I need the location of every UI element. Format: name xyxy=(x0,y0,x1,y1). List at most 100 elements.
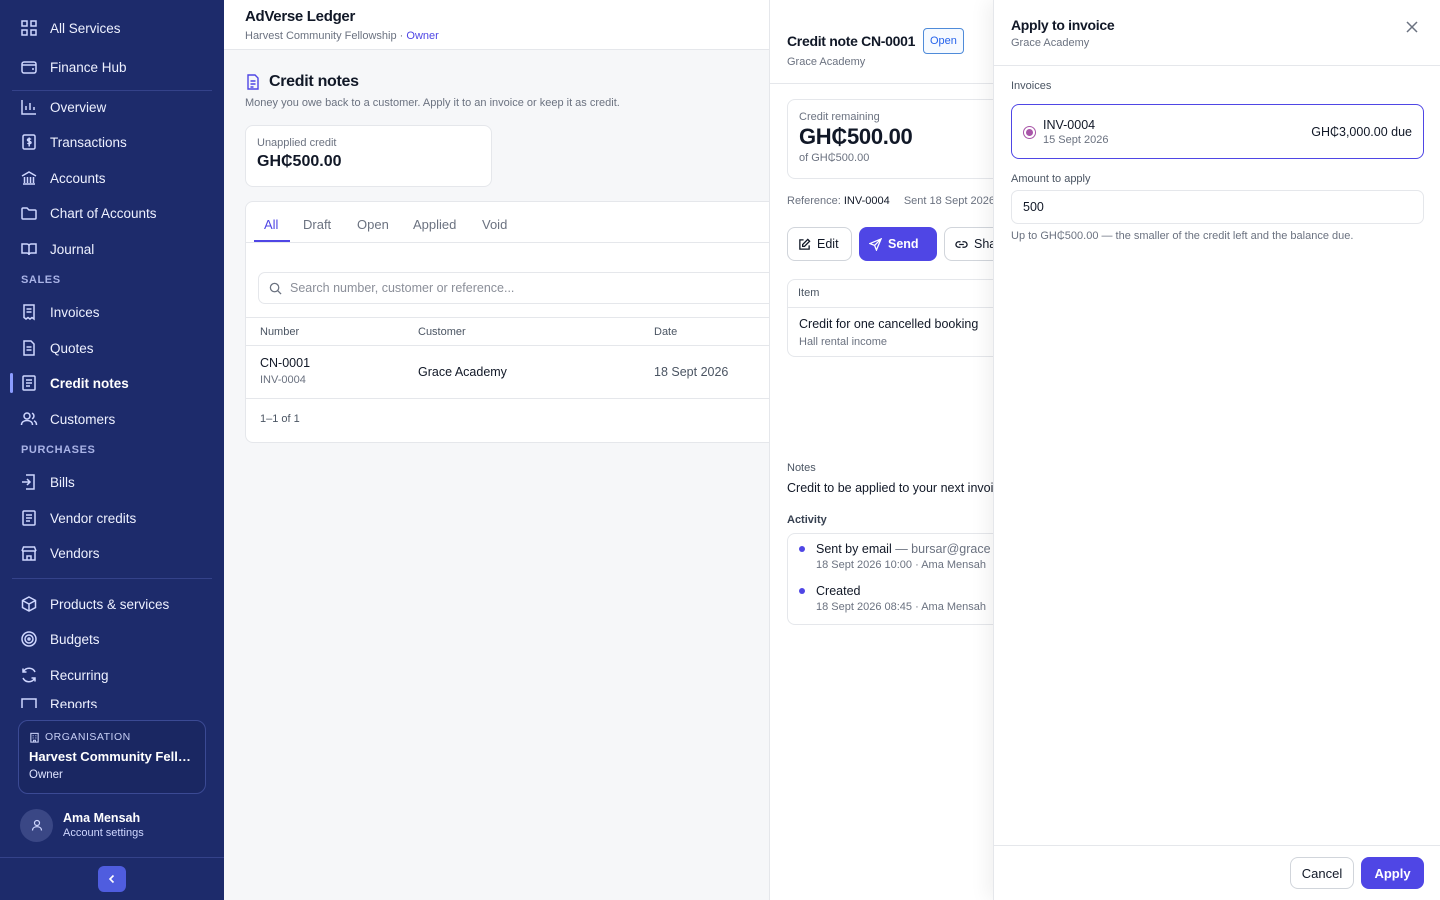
column-date[interactable]: Date xyxy=(654,326,677,338)
panel-footer-divider xyxy=(994,845,1440,846)
sidebar-item-invoices[interactable]: Invoices xyxy=(12,296,212,328)
tab-all[interactable]: All xyxy=(264,217,278,232)
credit-remaining-value: GH₵500.00 xyxy=(799,124,913,149)
sidebar-item-label: Vendor credits xyxy=(50,510,137,526)
tab-applied[interactable]: Applied xyxy=(413,217,456,232)
column-number[interactable]: Number xyxy=(260,326,299,338)
sidebar-item-quotes[interactable]: Quotes xyxy=(12,332,212,364)
sidebar-item-credit-notes[interactable]: Credit notes xyxy=(10,367,212,399)
account-settings-link[interactable]: Account settings xyxy=(63,827,144,839)
grid-icon xyxy=(21,20,37,36)
pagination-summary: 1–1 of 1 xyxy=(260,413,300,425)
send-icon xyxy=(869,237,882,251)
bill-icon xyxy=(22,474,35,490)
organisation-name: Harvest Community Fello... xyxy=(29,749,195,764)
credit-note-drawer: Credit note CN-0001 Open Grace Academy C… xyxy=(769,0,994,900)
panel-header: Apply to invoice Grace Academy xyxy=(994,0,1440,66)
sidebar-item-label: Journal xyxy=(50,241,95,257)
refresh-icon xyxy=(22,667,36,683)
credit-remaining-card: Credit remaining GH₵500.00 of GH₵500.00 xyxy=(787,99,994,179)
panel-subtitle: Grace Academy xyxy=(1011,37,1090,49)
report-icon xyxy=(21,698,37,708)
activity-dot xyxy=(799,588,805,594)
amount-input[interactable] xyxy=(1011,190,1424,224)
sidebar-item-vendors[interactable]: Vendors xyxy=(12,537,212,569)
sidebar-item-finance-hub[interactable]: Finance Hub xyxy=(12,51,212,83)
credit-note-number: CN-0001 xyxy=(260,356,311,370)
activity-item: Created 18 Sept 2026 08:45 · Ama Mensah xyxy=(816,584,986,613)
page-title: Credit notes xyxy=(269,73,359,90)
tab-draft[interactable]: Draft xyxy=(303,217,331,232)
organisation-eyebrow: ORGANISATION xyxy=(29,731,195,743)
item-column-header: Item xyxy=(788,280,994,308)
sidebar-item-label: Reports xyxy=(50,697,98,708)
active-tab-indicator xyxy=(254,240,290,242)
search-box[interactable] xyxy=(258,272,784,304)
stat-value: GH₵500.00 xyxy=(257,153,342,170)
sidebar-item-chart-of-accounts[interactable]: Chart of Accounts xyxy=(12,197,212,229)
sidebar-item-journal[interactable]: Journal xyxy=(12,233,212,265)
cell-date: 18 Sept 2026 xyxy=(654,365,729,379)
organisation-label: ORGANISATION xyxy=(45,731,131,743)
invoice-radio[interactable] xyxy=(1023,126,1036,139)
apply-to-invoice-panel: Apply to invoice Grace Academy Invoices … xyxy=(993,0,1440,900)
separator: · xyxy=(396,30,407,42)
collapse-sidebar-button[interactable] xyxy=(98,866,126,892)
credit-note-reference: INV-0004 xyxy=(260,374,306,386)
reference-line: Reference: INV-0004 Sent 18 Sept 2026 xyxy=(787,195,994,207)
sidebar-item-label: Transactions xyxy=(50,134,127,150)
activity-item: Sent by email — bursar@grace 18 Sept 202… xyxy=(816,542,991,571)
tab-void[interactable]: Void xyxy=(482,217,507,232)
cancel-button[interactable]: Cancel xyxy=(1290,857,1354,889)
edit-button[interactable]: Edit xyxy=(787,227,852,261)
panel-title: Apply to invoice xyxy=(1011,17,1115,33)
sidebar-item-reports[interactable]: Reports xyxy=(12,694,212,708)
sidebar-item-label: Bills xyxy=(50,474,75,490)
sidebar-item-all-services[interactable]: All Services xyxy=(12,12,212,44)
activity-log: Sent by email — bursar@grace 18 Sept 202… xyxy=(787,533,994,625)
line-items-table: Item Credit for one cancelled booking Ha… xyxy=(787,279,994,357)
table-row[interactable]: CN-0001 INV-0004 Grace Academy 18 Sept 2… xyxy=(246,346,784,399)
building-icon xyxy=(30,732,39,743)
list-doc-icon xyxy=(22,375,36,391)
column-customer[interactable]: Customer xyxy=(418,326,466,338)
dollar-doc-icon xyxy=(22,134,36,150)
sidebar-item-label: Recurring xyxy=(50,667,109,683)
user-account[interactable]: Ama Mensah Account settings xyxy=(20,808,210,842)
sidebar-item-overview[interactable]: Overview xyxy=(12,91,212,123)
sidebar-item-budgets[interactable]: Budgets xyxy=(12,623,212,655)
link-icon xyxy=(955,240,968,248)
activity-title: Sent by email — bursar@grace xyxy=(816,542,991,556)
receipt-icon xyxy=(23,304,35,321)
sidebar-divider xyxy=(0,857,224,858)
sidebar-item-products-services[interactable]: Products & services xyxy=(12,588,212,620)
notes-text: Credit to be applied to your next invoic… xyxy=(787,481,994,495)
status-badge: Open xyxy=(923,28,964,54)
line-item-account: Hall rental income xyxy=(799,336,888,348)
tab-open[interactable]: Open xyxy=(357,217,389,232)
send-button[interactable]: Send xyxy=(859,227,937,261)
sidebar-item-vendor-credits[interactable]: Vendor credits xyxy=(12,502,212,534)
sidebar-item-label: Quotes xyxy=(50,340,94,356)
list-doc-icon xyxy=(22,510,36,526)
organisation-card[interactable]: ORGANISATION Harvest Community Fello... … xyxy=(18,720,206,794)
activity-label: Activity xyxy=(787,514,827,526)
share-label: Share xyxy=(974,237,994,251)
cell-number: CN-0001 INV-0004 xyxy=(260,356,310,386)
invoice-option[interactable]: INV-0004 15 Sept 2026 GH₵3,000.00 due xyxy=(1011,104,1424,159)
role-label: Owner xyxy=(406,30,439,42)
apply-button[interactable]: Apply xyxy=(1361,857,1424,889)
close-button[interactable] xyxy=(1402,17,1422,37)
sidebar-item-customers[interactable]: Customers xyxy=(12,403,212,435)
credit-total: of GH₵500.00 xyxy=(799,152,870,164)
avatar xyxy=(20,808,53,842)
sidebar-item-recurring[interactable]: Recurring xyxy=(12,659,212,691)
sidebar-item-transactions[interactable]: Transactions xyxy=(12,126,212,158)
share-button[interactable]: Share xyxy=(944,227,994,261)
search-input[interactable] xyxy=(290,281,730,295)
section-purchases: PURCHASES xyxy=(21,444,96,456)
notes-label: Notes xyxy=(787,462,816,474)
sidebar-item-bills[interactable]: Bills xyxy=(12,466,212,498)
activity-event: Created xyxy=(816,584,861,598)
sidebar-item-accounts[interactable]: Accounts xyxy=(12,162,212,194)
